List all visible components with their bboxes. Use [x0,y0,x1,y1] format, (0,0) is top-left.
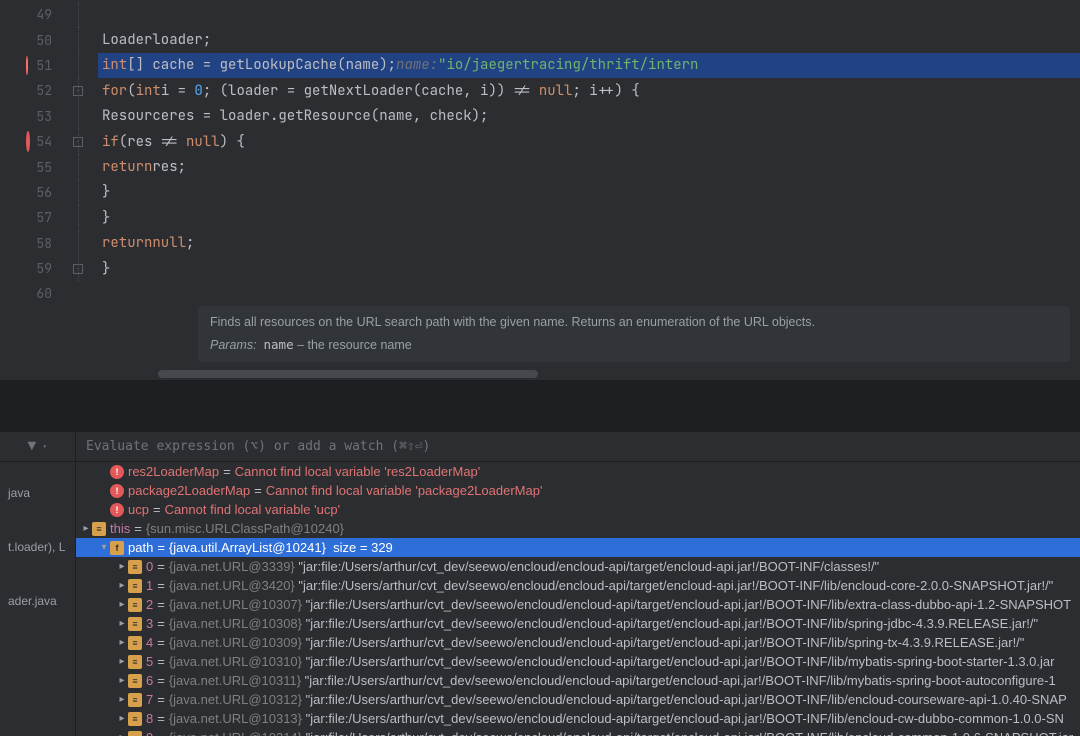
variable-type-icon: ! [110,484,124,498]
code-line-55[interactable]: return res; [98,154,1080,179]
variable-type-icon: ≡ [128,655,142,669]
fold-collapse-icon[interactable]: − [73,86,83,96]
gutter-56[interactable]: 56 [0,180,58,205]
expand-arrow-icon[interactable]: ▸ [116,675,128,686]
gutter-52[interactable]: 52 [0,78,58,103]
variables-panel: Evaluate expression (⌥) or add a watch (… [76,432,1080,736]
variable-row[interactable]: ▸≡9={java.net.URL@10314} "jar:file:/User… [76,728,1080,736]
frame-item[interactable]: java [6,466,69,520]
variable-type-icon: ≡ [128,712,142,726]
gutter-55[interactable]: 55 [0,154,58,179]
filter-icon[interactable]: ▼ [28,438,36,456]
variable-row[interactable]: !res2LoaderMap=Cannot find local variabl… [76,462,1080,481]
frame-item[interactable]: ader.java [6,574,69,628]
javadoc-summary: Finds all resources on the URL search pa… [210,314,1058,332]
variable-type-icon: ! [110,465,124,479]
evaluate-expression-input[interactable]: Evaluate expression (⌥) or add a watch (… [76,432,1080,462]
variable-type-icon: ≡ [92,522,106,536]
expand-arrow-icon[interactable]: ▾ [98,542,110,553]
gutter-54[interactable]: 54 [0,129,58,154]
variable-type-icon: ≡ [128,674,142,688]
gutter-50[interactable]: 50 [0,27,58,52]
variable-type-icon: ≡ [128,636,142,650]
variable-row[interactable]: ▾fpath={java.util.ArrayList@10241} size … [76,538,1080,557]
variable-type-icon: ≡ [128,579,142,593]
variable-row[interactable]: ▸≡1={java.net.URL@3420} "jar:file:/Users… [76,576,1080,595]
code-line-52[interactable]: for (int i = 0; (loader = getNextLoader(… [98,78,1080,103]
variable-row[interactable]: ▸≡5={java.net.URL@10310} "jar:file:/User… [76,652,1080,671]
code-line-54[interactable]: if (res != null) { [98,129,1080,154]
variable-type-icon: ≡ [128,693,142,707]
javadoc-popup: Finds all resources on the URL search pa… [198,306,1070,362]
expand-arrow-icon[interactable]: ▸ [116,713,128,724]
variable-type-icon: ! [110,503,124,517]
expand-arrow-icon[interactable]: ▸ [116,656,128,667]
fold-collapse-icon[interactable]: − [73,137,83,147]
fold-end-icon[interactable]: − [73,264,83,274]
expand-arrow-icon[interactable]: ▸ [116,618,128,629]
variables-tree[interactable]: !res2LoaderMap=Cannot find local variabl… [76,462,1080,736]
code-line-57[interactable]: } [98,205,1080,230]
code-line-56[interactable]: } [98,180,1080,205]
javadoc-param-desc: – the resource name [294,338,412,352]
expand-arrow-icon[interactable]: ▸ [116,694,128,705]
code-line-50[interactable]: Loader loader; [98,27,1080,52]
gutter-49[interactable]: 49 [0,2,58,27]
variable-row[interactable]: ▸≡4={java.net.URL@10309} "jar:file:/User… [76,633,1080,652]
variable-row[interactable]: !ucp=Cannot find local variable 'ucp' [76,500,1080,519]
gutter-53[interactable]: 53 [0,104,58,129]
variable-row[interactable]: !package2LoaderMap=Cannot find local var… [76,481,1080,500]
code-line-53[interactable]: Resource res = loader.getResource(name, … [98,104,1080,129]
variable-row[interactable]: ▸≡6={java.net.URL@10311} "jar:file:/User… [76,671,1080,690]
gutter-60[interactable]: 60 [0,281,58,306]
code-line-51[interactable]: int[] cache = getLookupCache(name); name… [98,53,1080,78]
dropdown-icon[interactable]: ▾ [42,441,47,453]
frames-toolbar: ▼ ▾ [0,432,75,462]
expand-arrow-icon[interactable]: ▸ [116,599,128,610]
code-editor[interactable]: 49 50 51 52 53 54 55 56 57 58 59 60 − − … [0,0,1080,380]
horizontal-scrollbar[interactable] [158,370,538,378]
breakpoint-disabled-icon[interactable] [26,133,30,150]
javadoc-params-label: Params: [210,338,257,352]
javadoc-param-name: name [264,337,294,352]
code-line-49[interactable] [98,2,1080,27]
code-line-60[interactable] [98,281,1080,306]
panel-divider[interactable] [0,380,1080,432]
gutter-51[interactable]: 51 [0,53,58,78]
breakpoint-icon[interactable] [26,57,28,74]
gutter-58[interactable]: 58 [0,231,58,256]
expand-arrow-icon[interactable]: ▸ [80,523,92,534]
variable-type-icon: ≡ [128,617,142,631]
variable-type-icon: ≡ [128,560,142,574]
fold-column[interactable]: − − − [58,0,98,380]
expand-arrow-icon[interactable]: ▸ [116,732,128,736]
expand-arrow-icon[interactable]: ▸ [116,561,128,572]
variable-row[interactable]: ▸≡0={java.net.URL@3339} "jar:file:/Users… [76,557,1080,576]
frame-item[interactable]: t.loader), L [6,520,69,574]
gutter-57[interactable]: 57 [0,205,58,230]
gutter-59[interactable]: 59 [0,256,58,281]
variable-type-icon: ≡ [128,731,142,736]
code-line-59[interactable]: } [98,256,1080,281]
debugger-panel: ▼ ▾ java t.loader), L ader.java Evaluate… [0,432,1080,736]
line-gutter[interactable]: 49 50 51 52 53 54 55 56 57 58 59 60 [0,0,58,380]
expand-arrow-icon[interactable]: ▸ [116,637,128,648]
variable-row[interactable]: ▸≡3={java.net.URL@10308} "jar:file:/User… [76,614,1080,633]
variable-row[interactable]: ▸≡8={java.net.URL@10313} "jar:file:/User… [76,709,1080,728]
code-body[interactable]: Loader loader; int[] cache = getLookupCa… [98,0,1080,380]
frames-panel: ▼ ▾ java t.loader), L ader.java [0,432,76,736]
variable-type-icon: f [110,541,124,555]
expand-arrow-icon[interactable]: ▸ [116,580,128,591]
variable-row[interactable]: ▸≡this={sun.misc.URLClassPath@10240} [76,519,1080,538]
variable-type-icon: ≡ [128,598,142,612]
variable-row[interactable]: ▸≡7={java.net.URL@10312} "jar:file:/User… [76,690,1080,709]
code-line-58[interactable]: return null; [98,231,1080,256]
variable-row[interactable]: ▸≡2={java.net.URL@10307} "jar:file:/User… [76,595,1080,614]
